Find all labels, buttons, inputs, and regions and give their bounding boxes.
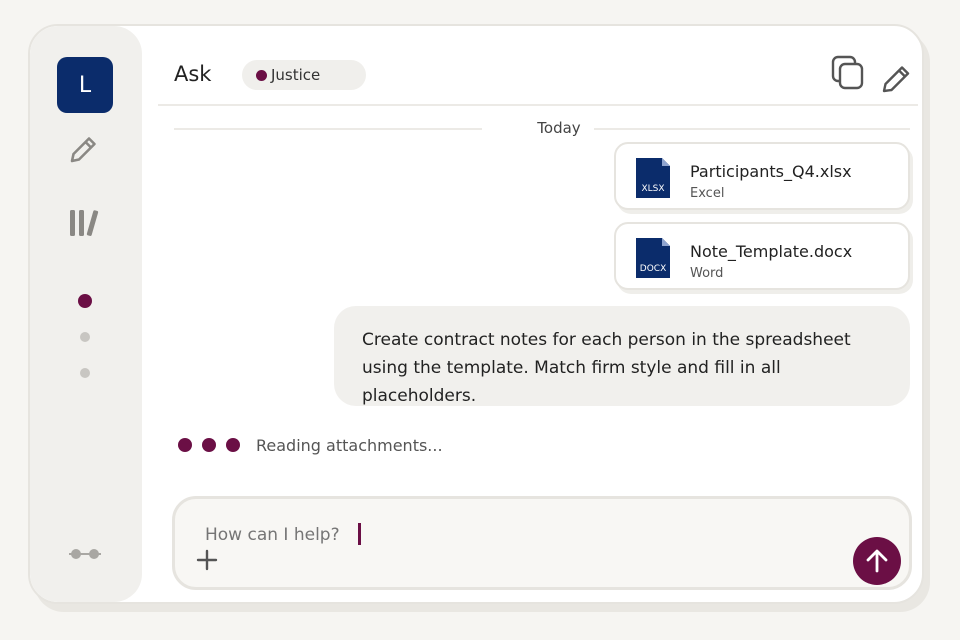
attachment-card-xlsx[interactable]: XLSX Participants_Q4.xlsx Excel bbox=[614, 142, 910, 210]
page-title: Ask bbox=[174, 62, 212, 86]
typing-dot bbox=[202, 438, 216, 452]
text-caret bbox=[358, 523, 361, 545]
attachment-name: Participants_Q4.xlsx bbox=[690, 162, 852, 181]
workspace-dot bbox=[256, 69, 267, 81]
date-divider-label: Today bbox=[537, 119, 581, 137]
status-indicator: Reading attachments... bbox=[178, 432, 443, 458]
attachment-name: Note_Template.docx bbox=[690, 242, 853, 261]
edit-icon[interactable] bbox=[878, 60, 914, 100]
arrow-up-icon bbox=[866, 549, 888, 573]
typing-dot bbox=[178, 438, 192, 452]
avatar[interactable]: L bbox=[57, 57, 113, 113]
excel-file-icon: XLSX bbox=[634, 158, 672, 202]
plus-icon bbox=[196, 549, 218, 571]
send-button[interactable] bbox=[853, 537, 901, 585]
sidebar: L bbox=[30, 26, 142, 602]
divider-line bbox=[174, 128, 482, 130]
file-badge: XLSX bbox=[641, 184, 664, 194]
collapse-handle-icon[interactable] bbox=[68, 546, 102, 565]
workspace-pill[interactable]: Justice bbox=[242, 60, 366, 90]
nav-dot[interactable] bbox=[80, 332, 90, 342]
typing-dot bbox=[226, 438, 240, 452]
pencil-icon[interactable] bbox=[65, 132, 101, 172]
avatar-initial: L bbox=[78, 72, 92, 98]
library-icon[interactable] bbox=[65, 206, 101, 246]
word-file-icon: DOCX bbox=[634, 238, 672, 282]
composer bbox=[172, 496, 912, 590]
copy-icon[interactable] bbox=[830, 54, 866, 96]
divider-line bbox=[594, 128, 910, 130]
file-badge: DOCX bbox=[640, 264, 666, 274]
attachment-type: Word bbox=[690, 266, 724, 281]
date-divider: Today bbox=[174, 118, 910, 138]
attachment-type: Excel bbox=[690, 186, 725, 201]
nav-dot[interactable] bbox=[80, 368, 90, 378]
status-text: Reading attachments... bbox=[256, 435, 443, 455]
app-window: L Ask Justice Today XLSX Participants_Q4… bbox=[28, 24, 924, 604]
workspace-label: Justice bbox=[271, 66, 321, 84]
header: Ask Justice bbox=[158, 26, 918, 106]
add-attachment-button[interactable] bbox=[195, 548, 219, 576]
attachment-card-docx[interactable]: DOCX Note_Template.docx Word bbox=[614, 222, 910, 290]
prompt-input[interactable] bbox=[205, 521, 805, 549]
user-message: Create contract notes for each person in… bbox=[334, 306, 910, 406]
nav-dot-active[interactable] bbox=[78, 294, 92, 308]
